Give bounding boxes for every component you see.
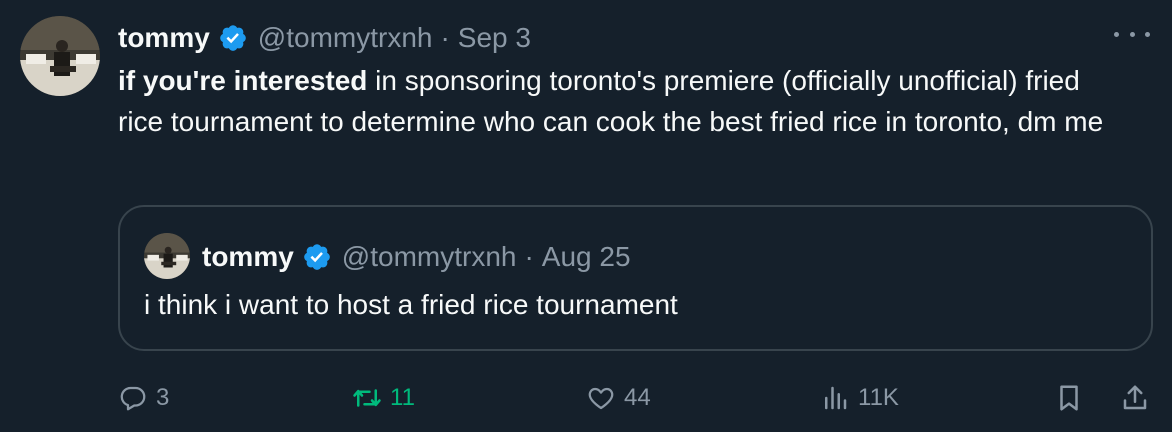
more-horizontal-icon[interactable] [1114,22,1150,46]
quoted-author-name: tommy [202,241,294,272]
reply-icon [120,386,146,411]
avatar[interactable] [20,16,100,96]
action-bar: 3 11 44 11K [118,376,1158,420]
reply-count: 3 [156,384,170,411]
retweet-button[interactable]: 11 [352,376,415,420]
like-count: 44 [624,384,651,411]
tweet-text: if you're interested in sponsoring toron… [118,60,1128,142]
share-icon [1123,385,1147,410]
tweet-header: tommy @tommytrxnh · Sep 3 [118,18,531,58]
heart-icon [588,387,614,410]
bookmark-button[interactable] [1054,376,1084,420]
reply-button[interactable]: 3 [118,376,169,420]
tweet-date[interactable]: Sep 3 [458,22,531,54]
author-handle[interactable]: @tommytrxnh [258,22,433,54]
retweet-count: 11 [390,384,415,411]
verified-badge-icon [302,242,332,272]
views-button[interactable]: 11K [820,376,899,420]
quoted-author-handle: @tommytrxnh [341,241,517,272]
views-count: 11K [858,384,899,411]
retweet-icon [353,389,381,407]
separator-dot: · [524,241,534,272]
quoted-avatar [144,233,190,279]
separator-dot: · [440,22,450,53]
share-button[interactable] [1120,376,1150,420]
quoted-header: tommy @tommytrxnh · Aug 25 [202,237,631,277]
bookmark-icon [1060,385,1078,411]
quoted-tweet[interactable]: tommy @tommytrxnh · Aug 25 i think i wan… [118,205,1153,351]
quoted-text: i think i want to host a fried rice tour… [144,289,678,320]
author-name[interactable]: tommy [118,22,210,54]
avatar-photo [20,16,100,96]
like-button[interactable]: 44 [586,376,651,420]
quoted-date: Aug 25 [541,241,631,272]
views-chart-icon [825,386,847,410]
verified-badge-icon [218,23,248,53]
tweet[interactable]: tommy @tommytrxnh · Sep 3 if you're inte… [0,0,1172,432]
tweet-text-bold: if you're interested [118,65,368,96]
